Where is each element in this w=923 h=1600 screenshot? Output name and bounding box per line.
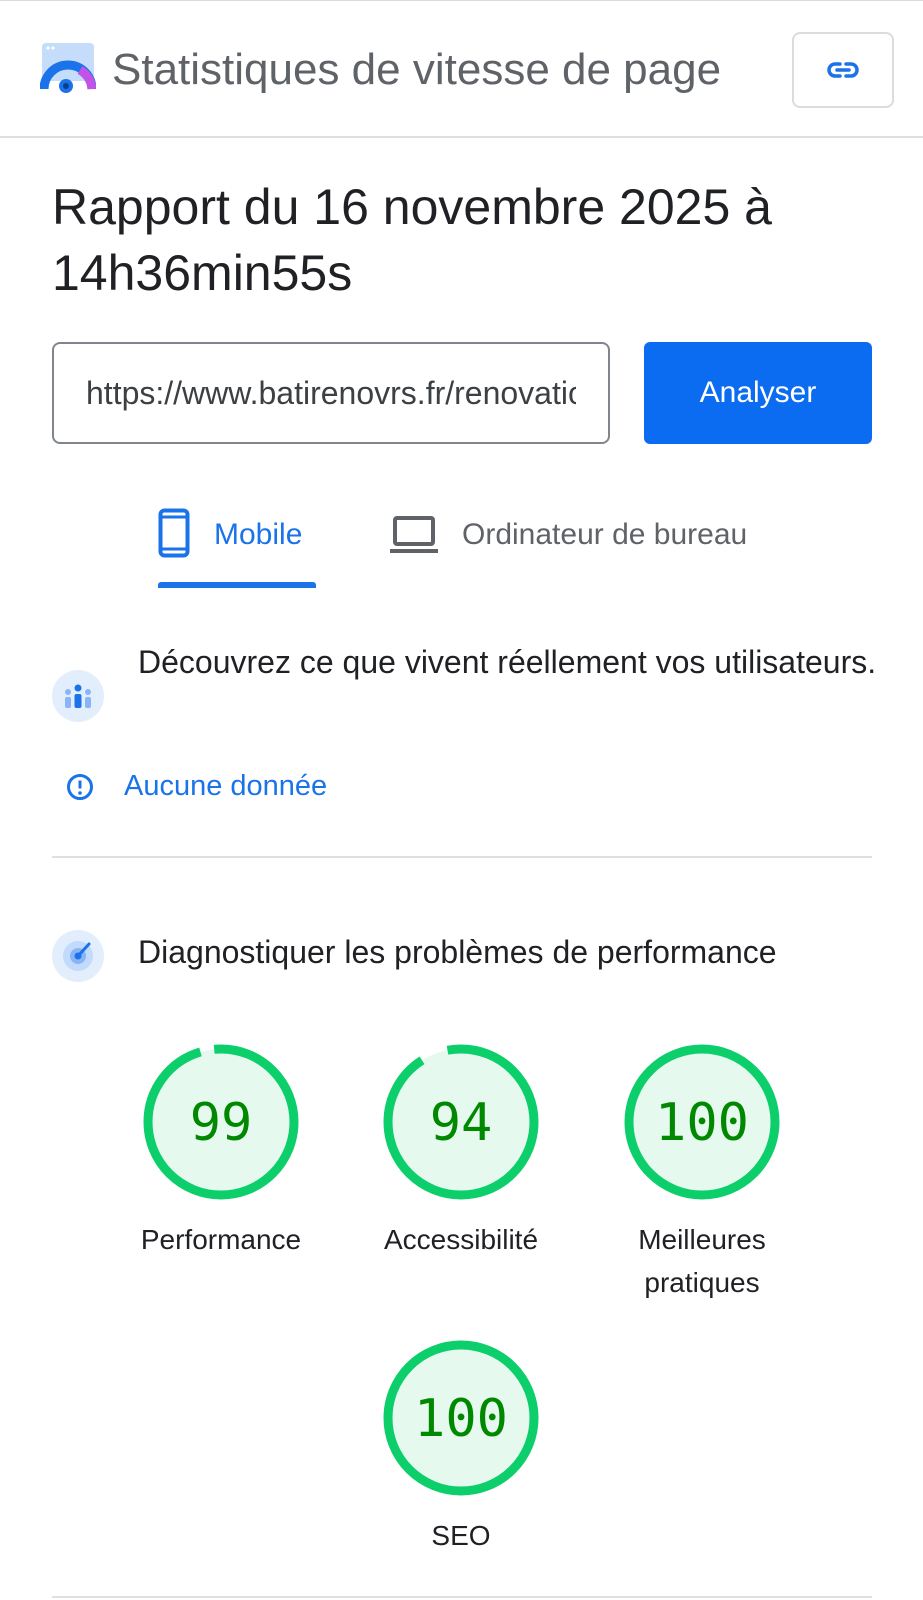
- bottom-divider: [52, 1596, 872, 1598]
- gauge-ring: 100: [383, 1340, 539, 1496]
- info-circle-icon: [67, 773, 93, 800]
- lab-data-heading: Diagnostiquer les problèmes de performan…: [138, 934, 777, 970]
- gauge-label: Accessibilité: [383, 1224, 539, 1255]
- no-data-link[interactable]: Aucune donnée: [66, 770, 327, 803]
- gauge-score: 99: [190, 1093, 253, 1153]
- no-data-text: Aucune donnée: [124, 770, 328, 802]
- tab-desktop[interactable]: Ordinateur de bureau: [390, 508, 790, 588]
- gauge-best-practices[interactable]: 100 Meilleures pratiques: [602, 1044, 802, 1304]
- pagespeed-logo-icon: [40, 43, 96, 93]
- field-data-heading: Découvrez ce que vivent réellement vos u…: [138, 644, 877, 680]
- gauge-accessibility[interactable]: 94 Accessibilité: [361, 1044, 561, 1261]
- section-divider: [52, 856, 872, 858]
- copy-link-button[interactable]: [792, 32, 894, 108]
- active-tab-indicator: [158, 582, 316, 588]
- app-title: Statistiques de vitesse de page: [112, 45, 722, 94]
- top-bar: Statistiques de vitesse de page: [0, 0, 923, 138]
- tab-mobile-label: Mobile: [214, 518, 303, 551]
- gauge-label: SEO: [431, 1520, 491, 1551]
- gauge-seo[interactable]: 100 SEO: [361, 1340, 561, 1557]
- gauge-score: 94: [430, 1093, 493, 1153]
- users-icon: [52, 670, 104, 722]
- laptop-icon: [390, 516, 438, 553]
- gauge-score: 100: [655, 1093, 749, 1153]
- gauge-ring: 99: [143, 1044, 299, 1200]
- gauge-performance[interactable]: 99 Performance: [121, 1044, 321, 1261]
- radar-icon: [52, 930, 104, 982]
- analyze-button[interactable]: Analyser: [644, 342, 872, 444]
- gauge-score: 100: [414, 1389, 508, 1449]
- smartphone-icon: [158, 508, 190, 558]
- tab-desktop-label: Ordinateur de bureau: [462, 518, 748, 551]
- gauge-ring: 100: [624, 1044, 780, 1200]
- url-input[interactable]: [52, 342, 610, 444]
- gauge-ring: 94: [383, 1044, 539, 1200]
- gauge-label: Performance: [140, 1224, 302, 1255]
- gauge-label: Meilleures pratiques: [638, 1224, 766, 1298]
- report-title: Rapport du 16 novembre 2025 à 14h36min55…: [52, 179, 772, 301]
- link-icon: [827, 62, 859, 78]
- tab-mobile[interactable]: Mobile: [158, 508, 316, 588]
